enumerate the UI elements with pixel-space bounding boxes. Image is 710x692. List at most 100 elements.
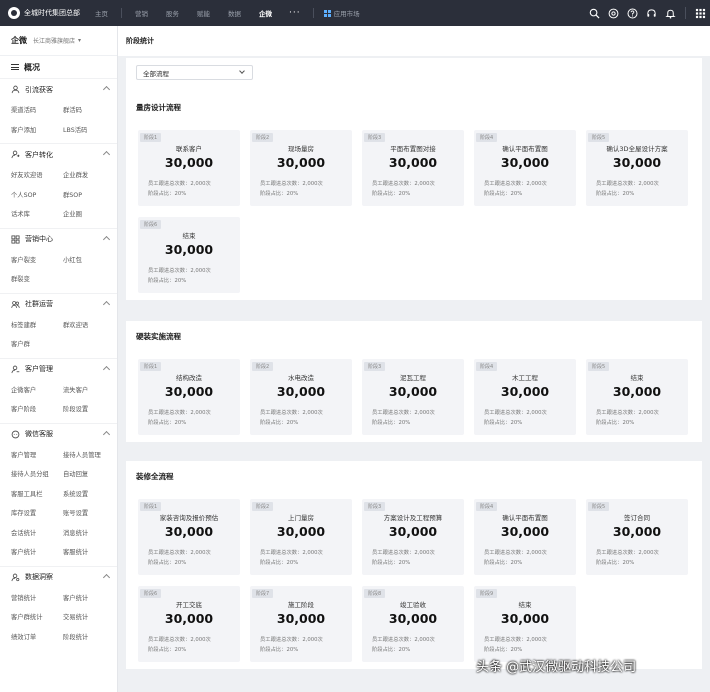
sidebar-group-title[interactable]: 客户转化 (0, 143, 117, 165)
chevron-up-icon[interactable] (102, 150, 111, 159)
chevron-down-icon[interactable]: ▾ (78, 37, 81, 44)
sidebar-item[interactable]: 阶段统计 (63, 627, 115, 647)
sidebar-item[interactable]: 企业圈 (63, 204, 115, 224)
sidebar-group-title[interactable]: 社群运营 (0, 292, 117, 315)
stage-card[interactable]: 阶段2 上门量房 30,000 员工跟进总次数：2,000次 阶段占比：20% (250, 499, 352, 575)
sidebar-group-title[interactable]: 客户管理 (0, 357, 117, 380)
sidebar-item[interactable]: 阶段设置 (63, 399, 115, 419)
sidebar-group-title[interactable]: 数据洞察 (0, 565, 117, 588)
stage-card[interactable]: 阶段5 签订合同 30,000 员工跟进总次数：2,000次 阶段占比：20% (586, 499, 688, 575)
main-content: 阶段统计 全部流程 量房设计流程 阶段1 联系客户 30,000 员工跟进总次数：2,0… (118, 26, 710, 692)
stage-follow-count: 员工跟进总次数：2,000次 (260, 550, 323, 556)
sidebar-item[interactable]: 话术库 (11, 204, 63, 224)
sidebar-item[interactable]: 客户统计 (11, 542, 63, 562)
stage-card[interactable]: 阶段2 现场量房 30,000 员工跟进总次数：2,000次 阶段占比：20% (250, 130, 352, 206)
stage-card[interactable]: 阶段4 确认平面布置图 30,000 员工跟进总次数：2,000次 阶段占比：20% (474, 499, 576, 575)
stage-card[interactable]: 阶段3 平面布置图对接 30,000 员工跟进总次数：2,000次 阶段占比：20% (362, 130, 464, 206)
headset-icon[interactable] (645, 0, 658, 26)
stage-ratio: 阶段占比：20% (372, 560, 411, 566)
sidebar-item[interactable]: 会话统计 (11, 523, 63, 543)
brand[interactable]: 全城时代集团总部 (0, 7, 86, 19)
stage-card[interactable]: 阶段4 木工工程 30,000 员工跟进总次数：2,000次 阶段占比：20% (474, 359, 576, 435)
stage-card[interactable]: 阶段1 联系客户 30,000 员工跟进总次数：2,000次 阶段占比：20% (138, 130, 240, 206)
apps-grid-icon[interactable] (694, 0, 707, 26)
sidebar-item[interactable]: 渠道活码 (11, 100, 63, 120)
stage-follow-count: 员工跟进总次数：2,000次 (596, 550, 659, 556)
nav-shares[interactable]: 股务 (157, 0, 188, 26)
sidebar-item[interactable]: 客户添加 (11, 120, 63, 140)
sidebar-item[interactable]: 交易统计 (63, 607, 115, 627)
sidebar-group-title[interactable]: 微信客服 (0, 422, 117, 445)
stage-card[interactable]: 阶段6 结束 30,000 员工跟进总次数：2,000次 阶段占比：20% (138, 217, 240, 293)
sidebar-item[interactable]: 群活码 (63, 100, 115, 120)
sidebar-overview[interactable]: 概况 (0, 56, 117, 78)
sidebar-item[interactable]: 自动回复 (63, 464, 115, 484)
nav-data[interactable]: 数据 (219, 0, 250, 26)
nav-home[interactable]: 主页 (86, 0, 117, 26)
stage-card[interactable]: 阶段5 确认3D全屋设计方案 30,000 员工跟进总次数：2,000次 阶段占比：20… (586, 130, 688, 206)
stage-ratio: 阶段占比：20% (260, 191, 299, 197)
sidebar-item[interactable]: 客户裂变 (11, 250, 63, 270)
sidebar-item[interactable]: 个人SOP (11, 185, 63, 205)
stage-card[interactable]: 阶段1 结构改造 30,000 员工跟进总次数：2,000次 阶段占比：20% (138, 359, 240, 435)
sidebar-item[interactable]: 好友欢迎语 (11, 165, 63, 185)
sidebar-item[interactable]: 标签建群 (11, 315, 63, 335)
sidebar-item[interactable]: 绩效订单 (11, 627, 63, 647)
stage-card[interactable]: 阶段1 家装咨询及报价预估 30,000 员工跟进总次数：2,000次 阶段占比：20% (138, 499, 240, 575)
sidebar-item[interactable]: 企业群发 (63, 165, 115, 185)
sidebar-item[interactable]: 系统设置 (63, 484, 115, 504)
sidebar-group: 引流获客 渠道活码 群活码 客户添加 LBS活码 (0, 78, 117, 143)
sidebar-item[interactable]: 群欢迎语 (63, 315, 115, 335)
stage-ratio: 阶段占比：20% (484, 420, 523, 426)
stage-card[interactable]: 阶段9 结束 30,000 员工跟进总次数：2,000次 阶段占比：20% (474, 586, 576, 662)
help-icon[interactable] (626, 0, 639, 26)
sidebar-item[interactable]: 客服工具栏 (11, 484, 63, 504)
store-selector[interactable]: 长江商雅旗舰店 (33, 36, 75, 45)
sidebar-item[interactable]: LBS活码 (63, 120, 115, 140)
chevron-up-icon[interactable] (102, 300, 111, 308)
chevron-up-icon[interactable] (102, 85, 111, 94)
app-market-link[interactable]: 应用市场 (318, 8, 366, 18)
nav-wecom[interactable]: 企微 (250, 0, 281, 26)
stage-card[interactable]: 阶段3 泥瓦工程 30,000 员工跟进总次数：2,000次 阶段占比：20% (362, 359, 464, 435)
chevron-up-icon[interactable] (102, 573, 111, 581)
sidebar-item[interactable]: 接待人员分组 (11, 464, 63, 484)
bell-icon[interactable] (664, 0, 677, 26)
stage-card[interactable]: 阶段2 水电改造 30,000 员工跟进总次数：2,000次 阶段占比：20% (250, 359, 352, 435)
section-title: 硬装实施流程 (136, 332, 181, 341)
stage-card[interactable]: 阶段4 确认平面布置图 30,000 员工跟进总次数：2,000次 阶段占比：20% (474, 130, 576, 206)
chevron-up-icon[interactable] (102, 365, 111, 373)
sidebar-item[interactable]: 客户管理 (11, 445, 63, 465)
sidebar-item[interactable]: 消息统计 (63, 523, 115, 543)
sidebar-group-title[interactable]: 引流获客 (0, 78, 117, 100)
sidebar-item[interactable]: 企微客户 (11, 380, 63, 400)
chevron-up-icon[interactable] (102, 235, 111, 243)
sidebar-item[interactable]: 接待人员管理 (63, 445, 115, 465)
nav-enable[interactable]: 赋能 (188, 0, 219, 26)
sidebar-item[interactable]: 客户统计 (63, 588, 115, 608)
settings-icon[interactable] (607, 0, 620, 26)
sidebar-item[interactable]: 群裂变 (11, 269, 63, 289)
sidebar-item[interactable]: 小红包 (63, 250, 115, 270)
sidebar-item[interactable]: 流失客户 (63, 380, 115, 400)
sidebar-item[interactable]: 群SOP (63, 185, 115, 205)
sidebar-group-title[interactable]: 营销中心 (0, 227, 117, 250)
sidebar-item[interactable]: 客服统计 (63, 542, 115, 562)
sidebar-item[interactable]: 库存设置 (11, 503, 63, 523)
stage-value: 30,000 (612, 155, 662, 170)
nav-marketing[interactable]: 营销 (126, 0, 157, 26)
nav-more-button[interactable]: ··· (281, 8, 309, 18)
sidebar-item[interactable]: 客户群 (11, 334, 63, 354)
search-icon[interactable] (588, 0, 601, 26)
chevron-up-icon[interactable] (102, 430, 111, 438)
flow-select[interactable]: 全部流程 (136, 65, 253, 80)
stage-card[interactable]: 阶段6 开工交底 30,000 员工跟进总次数：2,000次 阶段占比：20% (138, 586, 240, 662)
sidebar-item[interactable]: 营销统计 (11, 588, 63, 608)
sidebar-item[interactable]: 客户阶段 (11, 399, 63, 419)
stage-card[interactable]: 阶段7 施工阶段 30,000 员工跟进总次数：2,000次 阶段占比：20% (250, 586, 352, 662)
stage-card[interactable]: 阶段3 方案设计及工程预算 30,000 员工跟进总次数：2,000次 阶段占比：20% (362, 499, 464, 575)
sidebar-item[interactable]: 账号设置 (63, 503, 115, 523)
stage-card[interactable]: 阶段8 竣工验收 30,000 员工跟进总次数：2,000次 阶段占比：20% (362, 586, 464, 662)
stage-card[interactable]: 阶段5 结束 30,000 员工跟进总次数：2,000次 阶段占比：20% (586, 359, 688, 435)
sidebar-item[interactable]: 客户群统计 (11, 607, 63, 627)
